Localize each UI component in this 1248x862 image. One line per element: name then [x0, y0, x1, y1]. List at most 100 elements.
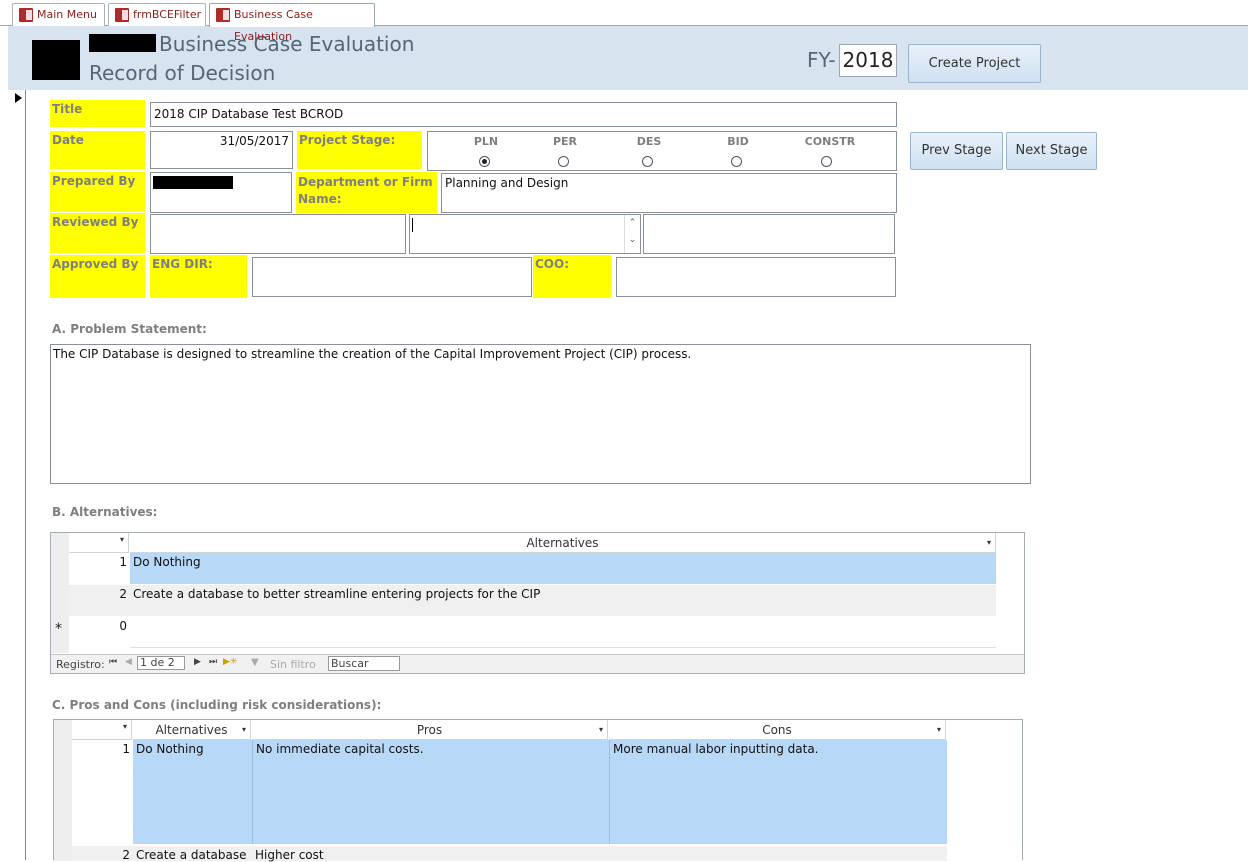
tab-business-case-evaluation[interactable]: Business Case Evaluation [209, 3, 375, 43]
problem-statement-textarea[interactable]: The CIP Database is designed to streamli… [50, 344, 1031, 484]
reviewed-by-label: Reviewed By [50, 213, 145, 253]
row-selector-column[interactable] [51, 553, 69, 653]
stage-radio-des[interactable] [642, 156, 653, 167]
document-tab-bar: Main Menu frmBCEFilter Business Case Eva… [0, 0, 1248, 43]
first-record-icon[interactable]: ⏮ [109, 657, 117, 667]
department-field[interactable]: Planning and Design [441, 173, 897, 213]
prepared-by-field[interactable] [150, 172, 292, 213]
coo-label: COO: [533, 255, 611, 298]
date-field[interactable]: 31/05/2017 [150, 131, 293, 169]
dropdown-arrow-icon[interactable]: ▾ [599, 721, 603, 739]
pros-cons-heading: C. Pros and Cons (including risk conside… [52, 698, 382, 712]
stage-radio-bid[interactable] [731, 156, 742, 167]
reviewed-by-field-2[interactable] [643, 214, 895, 254]
stage-label-pln: PLN [473, 135, 499, 148]
pros-cons-datasheet: ▾ Alternatives ▾ Pros ▾ Cons ▾ 1 Do Noth… [53, 719, 1023, 862]
column-label: Pros [416, 723, 443, 737]
select-all-corner[interactable] [54, 720, 72, 740]
table-row-id[interactable]: 1 [69, 553, 130, 584]
dropdown-arrow-icon[interactable]: ▾ [937, 721, 941, 739]
table-row-pros[interactable]: Higher cost [252, 846, 609, 862]
column-header-alternatives[interactable]: Alternatives ▾ [130, 533, 996, 553]
access-form-icon [19, 8, 33, 22]
column-label: Cons [762, 723, 792, 737]
column-header-alternatives[interactable]: Alternatives ▾ [133, 720, 251, 740]
stage-radio-pln[interactable] [479, 156, 490, 167]
record-selector-bar[interactable] [8, 90, 26, 860]
column-label: Alternatives [155, 723, 228, 737]
last-record-icon[interactable]: ⏭ [209, 657, 217, 667]
column-header-id[interactable]: ▾ [69, 533, 129, 553]
prev-stage-button[interactable]: Prev Stage [910, 132, 1003, 170]
fy-field[interactable]: 2018 [839, 44, 897, 77]
alternatives-heading: B. Alternatives: [52, 505, 158, 519]
table-row-alternative[interactable]: Do Nothing [133, 740, 252, 844]
table-row-id[interactable]: 0 [69, 617, 130, 648]
next-stage-button[interactable]: Next Stage [1006, 132, 1097, 170]
reviewed-by-field-1[interactable] [150, 214, 406, 254]
access-form-icon [115, 8, 129, 22]
coo-field[interactable] [616, 257, 896, 297]
create-project-button[interactable]: Create Project [908, 44, 1041, 83]
stage-radio-constr[interactable] [821, 156, 832, 167]
new-record-icon[interactable]: ▶✳ [223, 657, 237, 667]
tab-label: Main Menu [37, 8, 97, 21]
dropdown-arrow-icon[interactable]: ▾ [123, 722, 127, 731]
search-input[interactable]: Buscar [328, 656, 400, 671]
record-position-field[interactable]: 1 de 2 [137, 656, 185, 670]
title-field[interactable]: 2018 CIP Database Test BCROD [150, 102, 897, 127]
redacted-name [153, 176, 233, 189]
table-row-id[interactable]: 2 [69, 585, 130, 616]
date-label: Date [50, 131, 145, 169]
filter-status[interactable]: Sin filtro [270, 658, 316, 671]
tab-main-menu[interactable]: Main Menu [12, 3, 105, 26]
table-row-alternative[interactable]: Do Nothing [130, 553, 996, 584]
row-selector-column[interactable] [54, 740, 72, 861]
dropdown-arrow-icon[interactable]: ▾ [987, 534, 991, 552]
logo-redacted [32, 40, 80, 80]
redacted-text [89, 34, 156, 52]
reviewed-by-combo[interactable]: ⌃ ⌄ [409, 214, 641, 254]
department-label: Department or Firm Name: [296, 172, 437, 213]
form-subtitle: Record of Decision [89, 61, 276, 85]
project-stage-label: Project Stage: [297, 131, 422, 169]
stage-radio-per[interactable] [558, 156, 569, 167]
table-row-id[interactable]: 1 [72, 740, 133, 844]
eng-dir-field[interactable] [252, 257, 532, 297]
dropdown-arrow-icon[interactable]: ▾ [242, 721, 246, 739]
fy-label: FY- [807, 48, 836, 72]
previous-record-icon[interactable]: ◀ [125, 657, 132, 667]
tab-frmbcefilter[interactable]: frmBCEFilter [108, 3, 206, 26]
alternatives-datasheet: ▾ Alternatives ▾ * 1 Do Nothing 2 Create… [50, 532, 1025, 674]
column-header-id[interactable]: ▾ [72, 720, 132, 740]
filter-icon[interactable]: ▼ [251, 657, 259, 668]
table-row-cons[interactable] [609, 846, 947, 861]
title-label: Title [50, 100, 145, 127]
access-form-icon [216, 8, 230, 22]
prepared-by-label: Prepared By [50, 172, 145, 212]
dropdown-arrow-icon[interactable]: ▾ [120, 535, 124, 544]
text-cursor [412, 218, 413, 232]
problem-statement-heading: A. Problem Statement: [52, 322, 207, 336]
next-record-icon[interactable]: ▶ [194, 657, 201, 667]
current-record-arrow-icon [15, 93, 22, 103]
table-row-cons[interactable]: More manual labor inputting data. [609, 740, 947, 844]
table-row-alternative[interactable]: Create a database [133, 846, 252, 861]
stage-label-bid: BID [727, 135, 749, 148]
column-label: Alternatives [526, 536, 599, 550]
stage-label-des: DES [636, 135, 662, 148]
column-header-cons[interactable]: Cons ▾ [609, 720, 946, 740]
stage-label-constr: CONSTR [804, 135, 856, 148]
record-navigation-bar: Registro: ⏮ ◀ 1 de 2 ▶ ⏭ ▶✳ ▼ Sin filtro… [51, 654, 1024, 673]
table-row-id[interactable]: 2 [72, 846, 133, 862]
stage-label-per: PER [552, 135, 578, 148]
select-all-corner[interactable] [51, 533, 69, 553]
table-row-alternative[interactable]: Create a database to better streamline e… [130, 585, 996, 616]
column-header-pros[interactable]: Pros ▾ [252, 720, 608, 740]
table-row-pros[interactable]: No immediate capital costs. [252, 740, 609, 844]
eng-dir-label: ENG DIR: [150, 255, 247, 298]
scroll-arrows-icon[interactable]: ⌃ ⌄ [624, 215, 640, 253]
new-record-marker: * [55, 621, 62, 637]
table-row-alternative[interactable] [130, 617, 996, 648]
approved-by-label: Approved By [50, 255, 145, 298]
